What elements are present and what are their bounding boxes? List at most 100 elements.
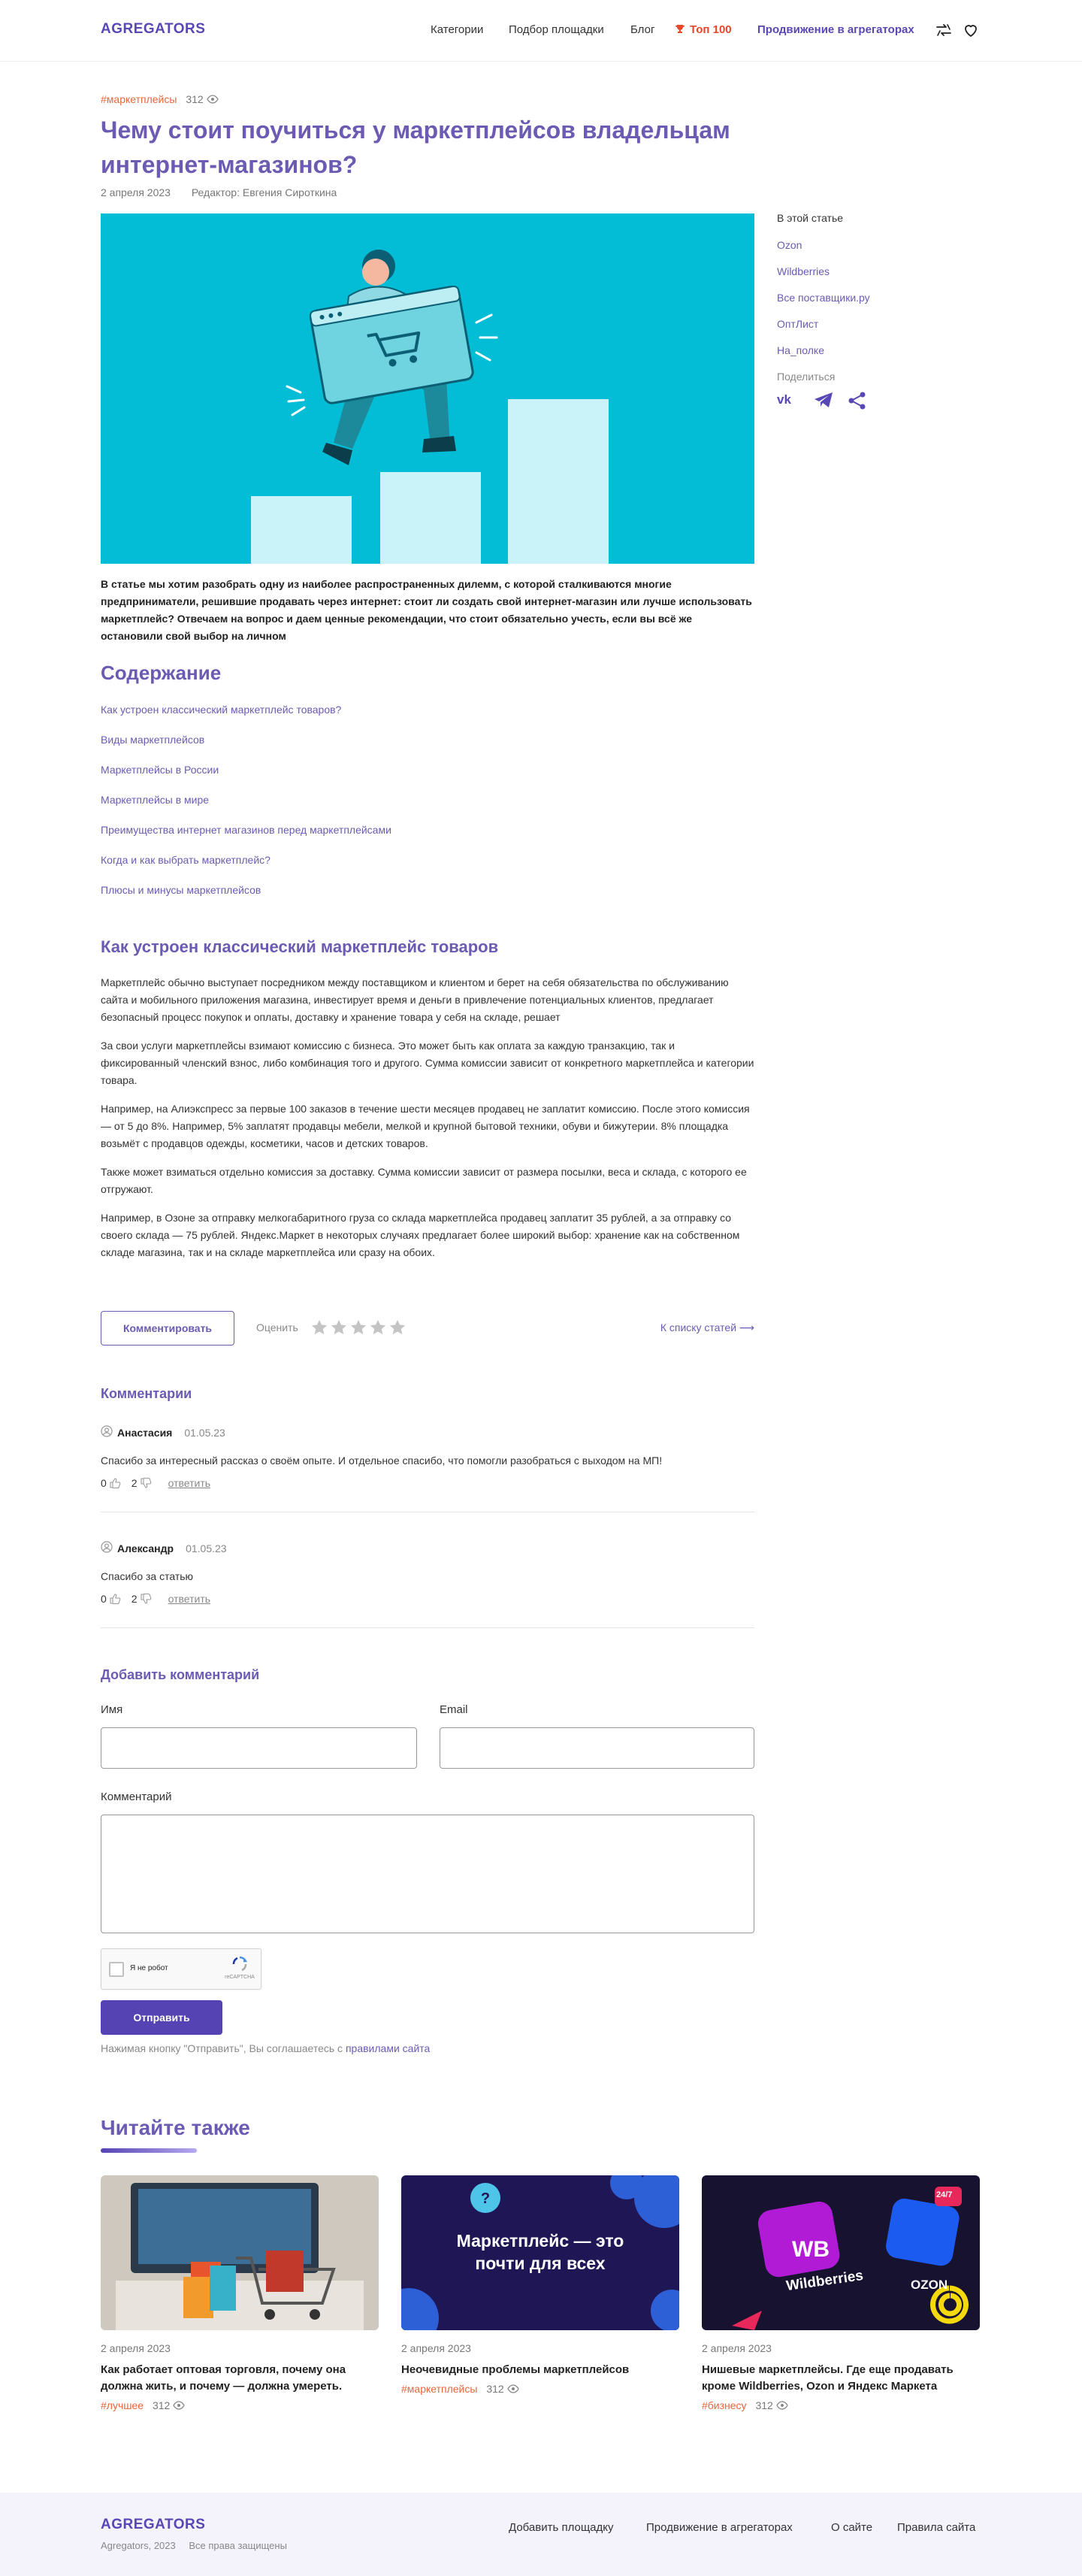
- star-icon[interactable]: [331, 1319, 347, 1336]
- card-views: 312: [755, 2399, 773, 2411]
- svg-text:?: ?: [481, 2190, 490, 2207]
- thumbs-down-icon: [141, 1477, 151, 1488]
- sidebar-link-vse-postavshchiki[interactable]: Все поставщики.ру: [777, 292, 972, 304]
- card-views: 312: [152, 2399, 171, 2411]
- card-image: [101, 2175, 379, 2330]
- rate-label: Оценить: [256, 1321, 298, 1333]
- logo[interactable]: AGREGATORS: [101, 21, 205, 38]
- share-icons: vk: [777, 392, 972, 412]
- share-icon[interactable]: [848, 392, 867, 412]
- reply-link[interactable]: ответить: [168, 1593, 210, 1605]
- comment-button[interactable]: Комментировать: [101, 1311, 234, 1346]
- article-sidebar: В этой статье Ozon Wildberries Все поста…: [777, 212, 972, 412]
- submit-button[interactable]: Отправить: [101, 2000, 222, 2035]
- captcha-checkbox[interactable]: [109, 1962, 124, 1977]
- like-button[interactable]: 0: [101, 1593, 121, 1605]
- star-icon[interactable]: [370, 1319, 386, 1336]
- sidebar-title: В этой статье: [777, 212, 844, 224]
- name-input[interactable]: [101, 1727, 417, 1769]
- article-card[interactable]: ? Маркетплейс — это почти для всех 2 апр…: [401, 2175, 679, 2396]
- nav-promotion[interactable]: Продвижение в агрегаторах: [757, 23, 914, 36]
- sidebar-link-optlist[interactable]: ОптЛист: [777, 318, 972, 330]
- article-lead: В статье мы хотим разобрать одну из наиб…: [101, 578, 752, 642]
- comment-date: 01.05.23: [186, 1542, 227, 1554]
- footer-link-add-platform[interactable]: Добавить площадку: [509, 2521, 614, 2534]
- nav-platform-selection[interactable]: Подбор площадки: [509, 23, 604, 36]
- thumbs-down-icon: [141, 1593, 151, 1604]
- toc-item[interactable]: Плюсы и минусы маркетплейсов: [101, 882, 754, 913]
- article-card[interactable]: WB Wildberries OZON 24/7 2 апреля 2023 Н…: [702, 2175, 980, 2412]
- site-footer: AGREGATORS Agregators, 2023 Все права за…: [0, 2493, 1082, 2576]
- comment-item: Александр 01.05.23 Спасибо за статью 0 2…: [101, 1541, 754, 1628]
- share-label: Поделиться: [777, 371, 836, 383]
- article-date: 2 апреля 2023: [101, 186, 171, 198]
- article-card[interactable]: 2 апреля 2023 Как работает оптовая торго…: [101, 2175, 379, 2412]
- email-input[interactable]: [440, 1727, 754, 1769]
- card-title[interactable]: Неочевидные проблемы маркетплейсов: [401, 2362, 679, 2378]
- card-tag[interactable]: #маркетплейсы: [401, 2383, 477, 2395]
- comment-text: Спасибо за статью: [101, 1570, 194, 1582]
- card-tag[interactable]: #бизнесу: [702, 2399, 747, 2411]
- agreement-text: Нажимая кнопку "Отправить", Вы соглашает…: [101, 2042, 430, 2054]
- card-views: 312: [486, 2383, 504, 2395]
- paragraph: Например, на Алиэкспресс за первые 100 з…: [101, 1103, 750, 1149]
- toc-item[interactable]: Как устроен классический маркетплейс тов…: [101, 702, 754, 732]
- email-label: Email: [440, 1703, 468, 1716]
- footer-link-promotion[interactable]: Продвижение в агрегаторах: [646, 2521, 793, 2534]
- toc-item[interactable]: Виды маркетплейсов: [101, 732, 754, 762]
- card-date: 2 апреля 2023: [702, 2342, 772, 2354]
- site-rules-link[interactable]: правилами сайта: [346, 2042, 430, 2054]
- star-icon[interactable]: [350, 1319, 367, 1336]
- comment-textarea[interactable]: [101, 1815, 754, 1933]
- toc-item[interactable]: Маркетплейсы в России: [101, 762, 754, 792]
- name-label: Имя: [101, 1703, 123, 1716]
- title-underline: [101, 2148, 197, 2153]
- article-tag[interactable]: #маркетплейсы: [101, 93, 177, 105]
- star-icon[interactable]: [311, 1319, 328, 1336]
- nav-top-100[interactable]: Топ 100: [690, 23, 732, 36]
- card-image: WB Wildberries OZON 24/7: [702, 2175, 980, 2330]
- footer-link-about[interactable]: О сайте: [831, 2521, 872, 2534]
- read-also-title: Читайте также: [101, 2116, 250, 2139]
- star-icon[interactable]: [389, 1319, 406, 1336]
- card-tag[interactable]: #лучшее: [101, 2399, 144, 2411]
- view-count: 312: [186, 93, 204, 105]
- footer-logo[interactable]: AGREGATORS: [101, 2517, 205, 2533]
- footer-link-rules[interactable]: Правила сайта: [897, 2521, 975, 2534]
- vk-icon[interactable]: vk: [777, 392, 799, 412]
- toc-item[interactable]: Маркетплейсы в мире: [101, 792, 754, 822]
- paragraph: Также может взиматься отдельно комиссия …: [101, 1166, 747, 1195]
- sidebar-link-na-polke[interactable]: На_полке: [777, 344, 972, 356]
- compare-icon[interactable]: [935, 21, 953, 39]
- nav-blog[interactable]: Блог: [630, 23, 654, 36]
- reply-link[interactable]: ответить: [168, 1477, 210, 1489]
- heart-icon[interactable]: [962, 21, 980, 39]
- captcha-label: Я не робот: [130, 1964, 168, 1972]
- card-image-text: Маркетплейс — это почти для всех: [456, 2231, 624, 2273]
- page-title: Чему стоит поучиться у маркетплейсов вла…: [101, 117, 730, 178]
- card-title[interactable]: Как работает оптовая торговля, почему он…: [101, 2362, 379, 2395]
- dislike-button[interactable]: 2: [131, 1477, 152, 1489]
- rating-stars[interactable]: [311, 1319, 406, 1336]
- toc-item[interactable]: Преимущества интернет магазинов перед ма…: [101, 822, 754, 852]
- eye-icon: [506, 2384, 519, 2396]
- comment-item: Анастасия 01.05.23 Спасибо за интересный…: [101, 1425, 754, 1512]
- like-button[interactable]: 0: [101, 1477, 121, 1489]
- table-of-contents: Как устроен классический маркетплейс тов…: [101, 702, 754, 913]
- telegram-icon[interactable]: [813, 392, 834, 412]
- sidebar-link-wildberries[interactable]: Wildberries: [777, 265, 972, 277]
- thumbs-up-icon: [110, 1478, 121, 1489]
- eye-icon: [173, 2400, 185, 2412]
- toc-item[interactable]: Когда и как выбрать маркетплейс?: [101, 852, 754, 882]
- sidebar-link-ozon[interactable]: Ozon: [777, 239, 972, 251]
- article-meta-top: #маркетплейсы 312: [101, 93, 219, 106]
- dislike-button[interactable]: 2: [131, 1593, 152, 1605]
- article-actions: Комментировать Оценить К списку статей ⟶: [101, 1311, 754, 1346]
- nav-categories[interactable]: Категории: [431, 23, 483, 36]
- card-title[interactable]: Нишевые маркетплейсы. Где еще продавать …: [702, 2362, 980, 2395]
- contents-title: Содержание: [101, 661, 222, 684]
- article-meta: 2 апреля 2023 Редактор: Евгения Сироткин…: [101, 186, 337, 198]
- like-count: 0: [101, 1477, 107, 1489]
- back-to-articles-link[interactable]: К списку статей ⟶: [660, 1321, 754, 1334]
- comments-title: Комментарии: [101, 1386, 192, 1401]
